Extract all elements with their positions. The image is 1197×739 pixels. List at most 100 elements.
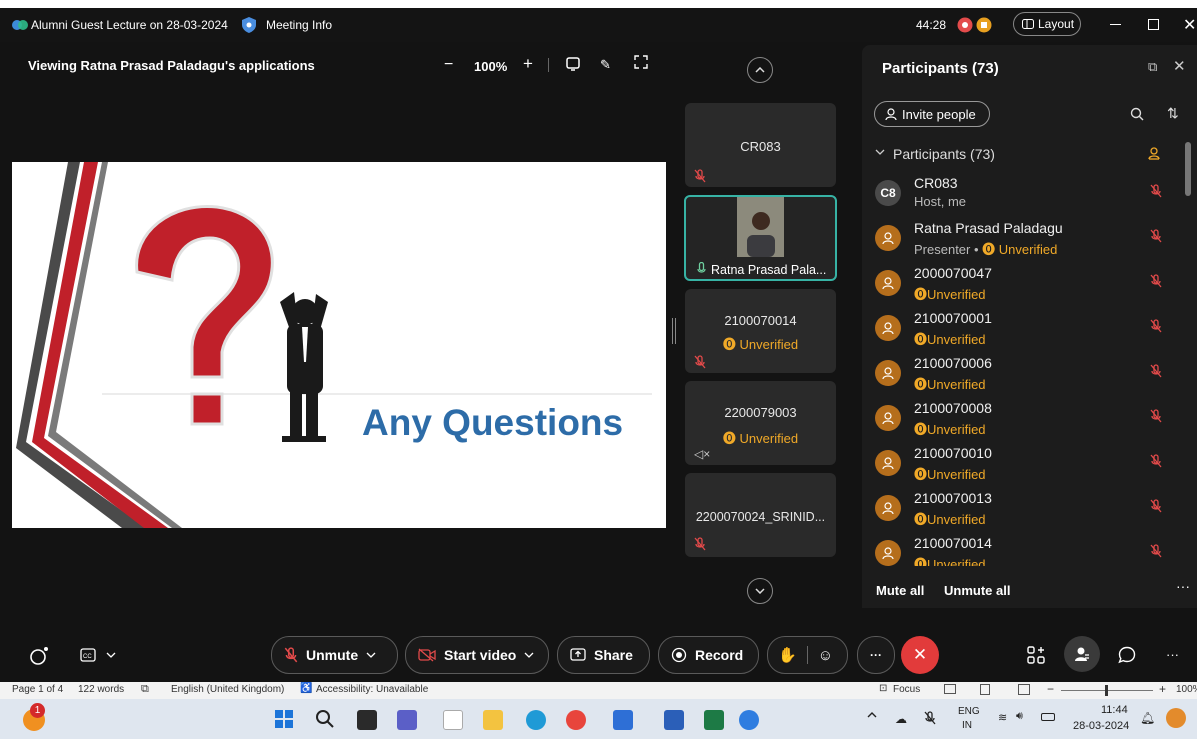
annotate-icon[interactable]: ✎ — [600, 57, 611, 73]
muted-mic-icon[interactable] — [1150, 364, 1164, 380]
edge-icon[interactable] — [526, 710, 546, 730]
excel-icon[interactable] — [704, 710, 724, 730]
start-icon[interactable] — [275, 710, 293, 728]
unmute-button[interactable]: Unmute — [271, 636, 398, 674]
more-options-icon[interactable]: ··· — [1176, 578, 1190, 594]
status-ring-icon[interactable] — [29, 646, 49, 666]
chevron-down-icon[interactable] — [524, 652, 534, 658]
muted-mic-icon[interactable] — [1150, 409, 1164, 425]
accessibility-status[interactable]: Accessibility: Unavailable — [316, 684, 428, 695]
start-video-button[interactable]: Start video — [405, 636, 549, 674]
participant-row[interactable]: 2100070014 ⓿Unverified — [873, 532, 1193, 566]
popout-icon[interactable]: ⧉ — [1148, 59, 1157, 75]
muted-mic-icon[interactable] — [1150, 544, 1164, 560]
chevron-up-icon[interactable] — [867, 712, 877, 718]
lang-top[interactable]: ENG — [958, 706, 980, 717]
participants-section-label[interactable]: Participants (73) — [893, 146, 995, 162]
participant-row[interactable]: 2000070047 ⓿Unverified — [873, 262, 1193, 307]
muted-mic-icon[interactable] — [1150, 229, 1164, 245]
muted-mic-icon[interactable] — [1150, 454, 1164, 470]
minimize-icon[interactable] — [1110, 24, 1121, 25]
print-layout-icon[interactable] — [980, 684, 990, 695]
teams-icon[interactable] — [397, 710, 417, 730]
zoom-out-button[interactable]: − — [444, 56, 453, 74]
battery-icon[interactable] — [1041, 713, 1055, 721]
participants-toggle-button[interactable] — [1064, 636, 1100, 672]
invite-people-button[interactable]: Invite people — [874, 101, 990, 127]
unmute-all-button[interactable]: Unmute all — [944, 583, 1010, 598]
zoom-in-button[interactable]: + — [523, 54, 533, 74]
presenter-tile[interactable]: Ratna Prasad Pala... — [684, 195, 837, 281]
timer: 44:28 — [916, 18, 947, 32]
file-explorer-icon[interactable] — [483, 710, 503, 730]
more-options-icon[interactable]: ··· — [1166, 647, 1179, 662]
muted-mic-icon[interactable] — [1150, 274, 1164, 290]
zoom-in-button[interactable]: + — [1159, 682, 1166, 696]
participant-row[interactable]: C8 CR083 Host, me — [873, 172, 1193, 217]
copilot-icon[interactable] — [1166, 708, 1186, 728]
scroll-up-button[interactable] — [747, 57, 773, 83]
apps-icon[interactable] — [1027, 646, 1045, 664]
task-view-icon[interactable] — [357, 710, 377, 730]
more-button[interactable]: ··· — [857, 636, 895, 674]
muted-mic-icon[interactable] — [1150, 184, 1164, 200]
raise-hand-icon[interactable]: ✋ — [778, 646, 797, 664]
lang-bottom[interactable]: IN — [962, 720, 972, 731]
meeting-info-link[interactable]: Meeting Info — [266, 18, 332, 32]
mute-all-button[interactable]: Mute all — [876, 583, 924, 598]
leave-meeting-button[interactable]: ✕ — [901, 636, 939, 674]
chevron-down-icon[interactable] — [875, 149, 885, 155]
chat-icon[interactable] — [1118, 646, 1136, 664]
store-icon[interactable] — [613, 710, 633, 730]
captions-icon[interactable]: CC — [80, 648, 120, 662]
onedrive-icon[interactable]: ☁ — [895, 712, 907, 726]
participant-row[interactable]: 2100070006 ⓿Unverified — [873, 352, 1193, 397]
mic-muted-tray-icon[interactable] — [924, 711, 936, 725]
zoom-out-button[interactable]: − — [1047, 682, 1054, 696]
maximize-icon[interactable] — [1148, 19, 1159, 30]
close-icon[interactable]: ✕ — [1183, 15, 1196, 35]
share-label: Share — [594, 647, 633, 663]
panel-close-icon[interactable]: ✕ — [1173, 57, 1186, 75]
participant-tile[interactable]: CR083 — [685, 103, 836, 187]
sort-icon[interactable]: ⇅ — [1167, 105, 1179, 122]
read-mode-icon[interactable] — [944, 684, 956, 694]
muted-mic-icon[interactable] — [1150, 499, 1164, 515]
file-icon[interactable] — [443, 710, 463, 730]
panel-resize-handle[interactable] — [672, 318, 676, 344]
pip-icon[interactable] — [566, 57, 580, 71]
expand-icon[interactable] — [634, 55, 648, 69]
reactions-icon[interactable]: ☺ — [818, 647, 833, 664]
participant-tile[interactable]: 2100070014 ⓿ Unverified — [685, 289, 836, 373]
participant-row[interactable]: 2100070013 ⓿Unverified — [873, 487, 1193, 532]
layout-button[interactable]: Layout — [1013, 12, 1081, 36]
host-controls-icon[interactable] — [1148, 147, 1160, 160]
notification-center-icon[interactable]: 🔔︎ — [1140, 711, 1155, 725]
word-icon[interactable] — [664, 710, 684, 730]
participant-row[interactable]: 2100070001 ⓿Unverified — [873, 307, 1193, 352]
share-button[interactable]: Share — [557, 636, 650, 674]
muted-mic-icon[interactable] — [1150, 319, 1164, 335]
focus-button[interactable]: Focus — [893, 684, 920, 695]
wifi-icon[interactable]: ≋ — [998, 711, 1007, 724]
participant-row[interactable]: Ratna Prasad Paladagu Presenter • ⓿ Unve… — [873, 217, 1193, 262]
zoom-slider-thumb[interactable] — [1105, 685, 1108, 696]
chevron-down-icon[interactable] — [366, 652, 376, 658]
record-button[interactable]: Record — [658, 636, 759, 674]
scroll-down-button[interactable] — [747, 578, 773, 604]
search-icon[interactable] — [315, 709, 335, 729]
shield-icon[interactable] — [242, 17, 256, 33]
clock-time[interactable]: 11:44 — [1101, 704, 1128, 716]
language-status[interactable]: English (United Kingdom) — [171, 684, 284, 695]
webex-icon[interactable] — [739, 710, 759, 730]
participant-tile[interactable]: 2200070024_SRINID... — [685, 473, 836, 557]
chrome-icon[interactable] — [566, 710, 586, 730]
proofing-icon[interactable]: ⧉ — [141, 683, 149, 696]
volume-icon[interactable]: 🔊︎ — [1016, 710, 1023, 723]
participant-row[interactable]: 2100070008 ⓿Unverified — [873, 397, 1193, 442]
participant-row[interactable]: 2100070010 ⓿Unverified — [873, 442, 1193, 487]
search-icon[interactable] — [1130, 107, 1144, 121]
clock-date[interactable]: 28-03-2024 — [1073, 720, 1129, 732]
web-layout-icon[interactable] — [1018, 684, 1030, 695]
participant-tile[interactable]: 2200079003 ⓿ Unverified ◁× — [685, 381, 836, 465]
